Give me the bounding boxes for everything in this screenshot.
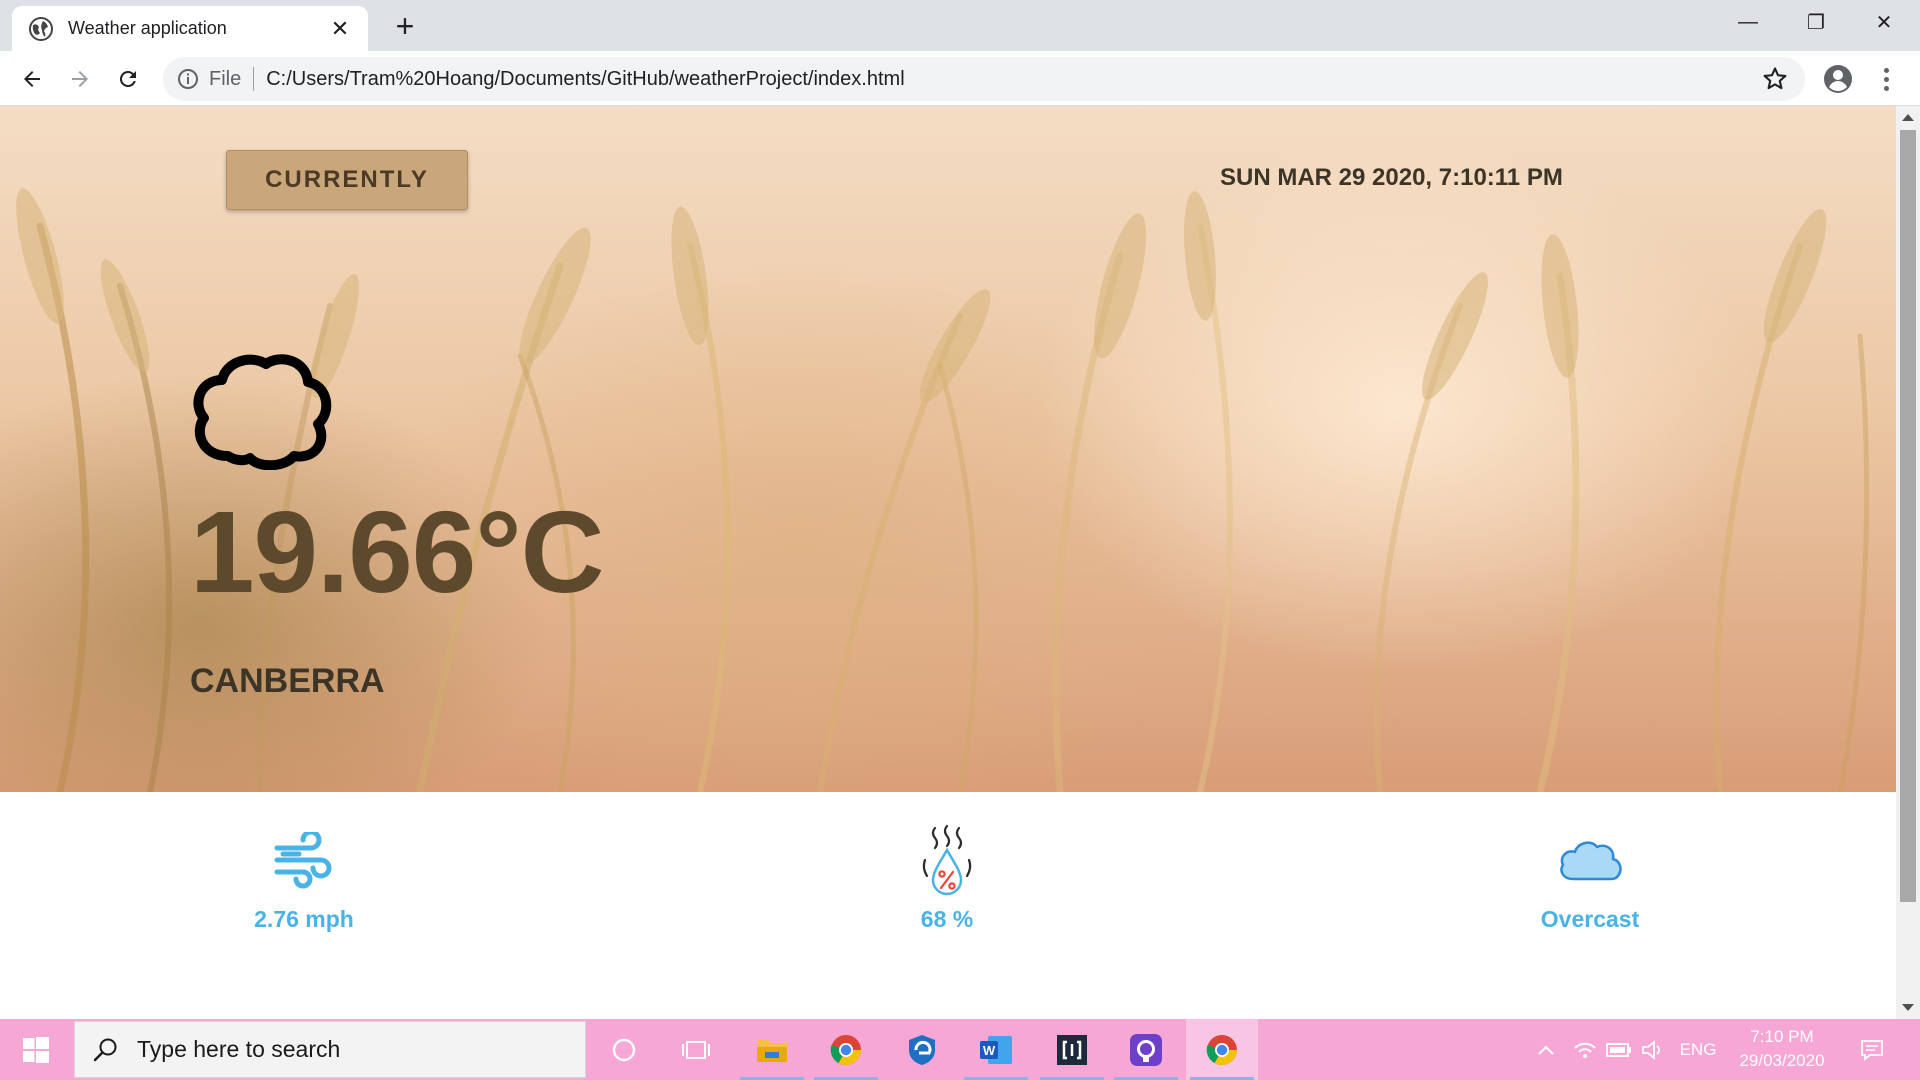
task-view-icon[interactable] [660, 1019, 732, 1080]
arrow-right-icon [72, 71, 88, 87]
wind-speed-value: 2.76 mph [254, 906, 354, 932]
search-placeholder: Type here to search [137, 1036, 341, 1062]
edge-icon[interactable] [886, 1019, 958, 1080]
volume-icon[interactable] [1638, 1019, 1668, 1080]
tab-strip: Weather application ✕ + — ❐ ✕ [0, 0, 1920, 51]
start-button[interactable] [0, 1019, 72, 1080]
tab-title: Weather application [68, 18, 227, 38]
scroll-up-arrow-icon[interactable] [1902, 114, 1914, 121]
reload-button[interactable] [110, 61, 146, 97]
windows-taskbar: Type here to search W ENG 7:10 PM 29/03/ [0, 1019, 1920, 1080]
scroll-down-arrow-icon[interactable] [1902, 1004, 1914, 1011]
cloud-icon [193, 354, 332, 470]
browser-menu-button[interactable] [1874, 61, 1898, 97]
file-explorer-icon[interactable] [736, 1019, 808, 1080]
cloud-icon [1555, 826, 1625, 896]
hero-background: CURRENTLY SUN MAR 29 2020, 7:10:11 PM 19… [0, 106, 1896, 792]
battery-icon[interactable] [1604, 1019, 1634, 1080]
tray-chevron-up-icon[interactable] [1532, 1019, 1560, 1080]
page-scrollbar[interactable] [1896, 106, 1920, 1019]
wind-stat: 2.76 mph [194, 826, 414, 933]
currently-button[interactable]: CURRENTLY [226, 150, 468, 210]
word-icon[interactable]: W [960, 1019, 1032, 1080]
humidity-icon [912, 824, 982, 896]
restore-button[interactable]: ❐ [1782, 0, 1850, 44]
forward-button[interactable] [62, 61, 98, 97]
taskbar-search-box[interactable]: Type here to search [74, 1021, 586, 1078]
clock-time: 7:10 PM [1750, 1027, 1814, 1046]
wifi-icon[interactable] [1570, 1019, 1600, 1080]
minimize-button[interactable]: — [1714, 0, 1782, 44]
reload-icon [119, 70, 136, 87]
chrome-icon[interactable] [810, 1019, 882, 1080]
windows-logo-icon [23, 1036, 49, 1063]
humidity-stat: 68 % [837, 824, 1057, 933]
globe-favicon-icon [29, 16, 53, 41]
new-tab-button[interactable]: + [388, 8, 422, 45]
profile-avatar-icon[interactable] [1822, 63, 1854, 95]
brackets-icon[interactable] [1036, 1019, 1108, 1080]
info-icon [178, 69, 198, 89]
url-text[interactable]: C:/Users/Tram%20Hoang/Documents/GitHub/w… [266, 68, 1761, 91]
temperature-value: 19.66°C [190, 487, 604, 617]
page-viewport: CURRENTLY SUN MAR 29 2020, 7:10:11 PM 19… [0, 106, 1896, 1019]
language-indicator[interactable]: ENG [1676, 1019, 1720, 1080]
scheme-label: File [209, 67, 255, 91]
humidity-value: 68 % [920, 906, 974, 932]
city-name: CANBERRA [190, 662, 385, 700]
summary-stat: Overcast [1480, 826, 1700, 933]
tab-close-icon[interactable]: ✕ [326, 16, 354, 42]
arrow-left-icon [24, 71, 40, 87]
date-time: SUN MAR 29 2020, 7:10:11 PM [1220, 164, 1563, 191]
active-tab[interactable]: Weather application ✕ [12, 6, 368, 51]
github-desktop-icon[interactable] [1110, 1019, 1182, 1080]
cortana-icon[interactable] [588, 1019, 660, 1080]
browser-toolbar: File C:/Users/Tram%20Hoang/Documents/Git… [0, 51, 1920, 106]
window-close-button[interactable]: ✕ [1850, 0, 1918, 44]
notifications-icon[interactable] [1852, 1019, 1892, 1080]
chrome-active-window-icon[interactable] [1186, 1019, 1258, 1080]
search-icon [93, 1038, 117, 1061]
svg-text:W: W [983, 1043, 996, 1058]
scroll-thumb[interactable] [1900, 130, 1916, 902]
back-button[interactable] [14, 61, 50, 97]
clock-date: 29/03/2020 [1739, 1051, 1825, 1070]
bookmark-star-icon[interactable] [1761, 65, 1789, 93]
weather-summary-value: Overcast [1540, 906, 1640, 932]
address-bar[interactable]: File C:/Users/Tram%20Hoang/Documents/Git… [163, 57, 1805, 101]
system-clock[interactable]: 7:10 PM 29/03/2020 [1720, 1025, 1844, 1073]
wind-icon [269, 826, 339, 896]
